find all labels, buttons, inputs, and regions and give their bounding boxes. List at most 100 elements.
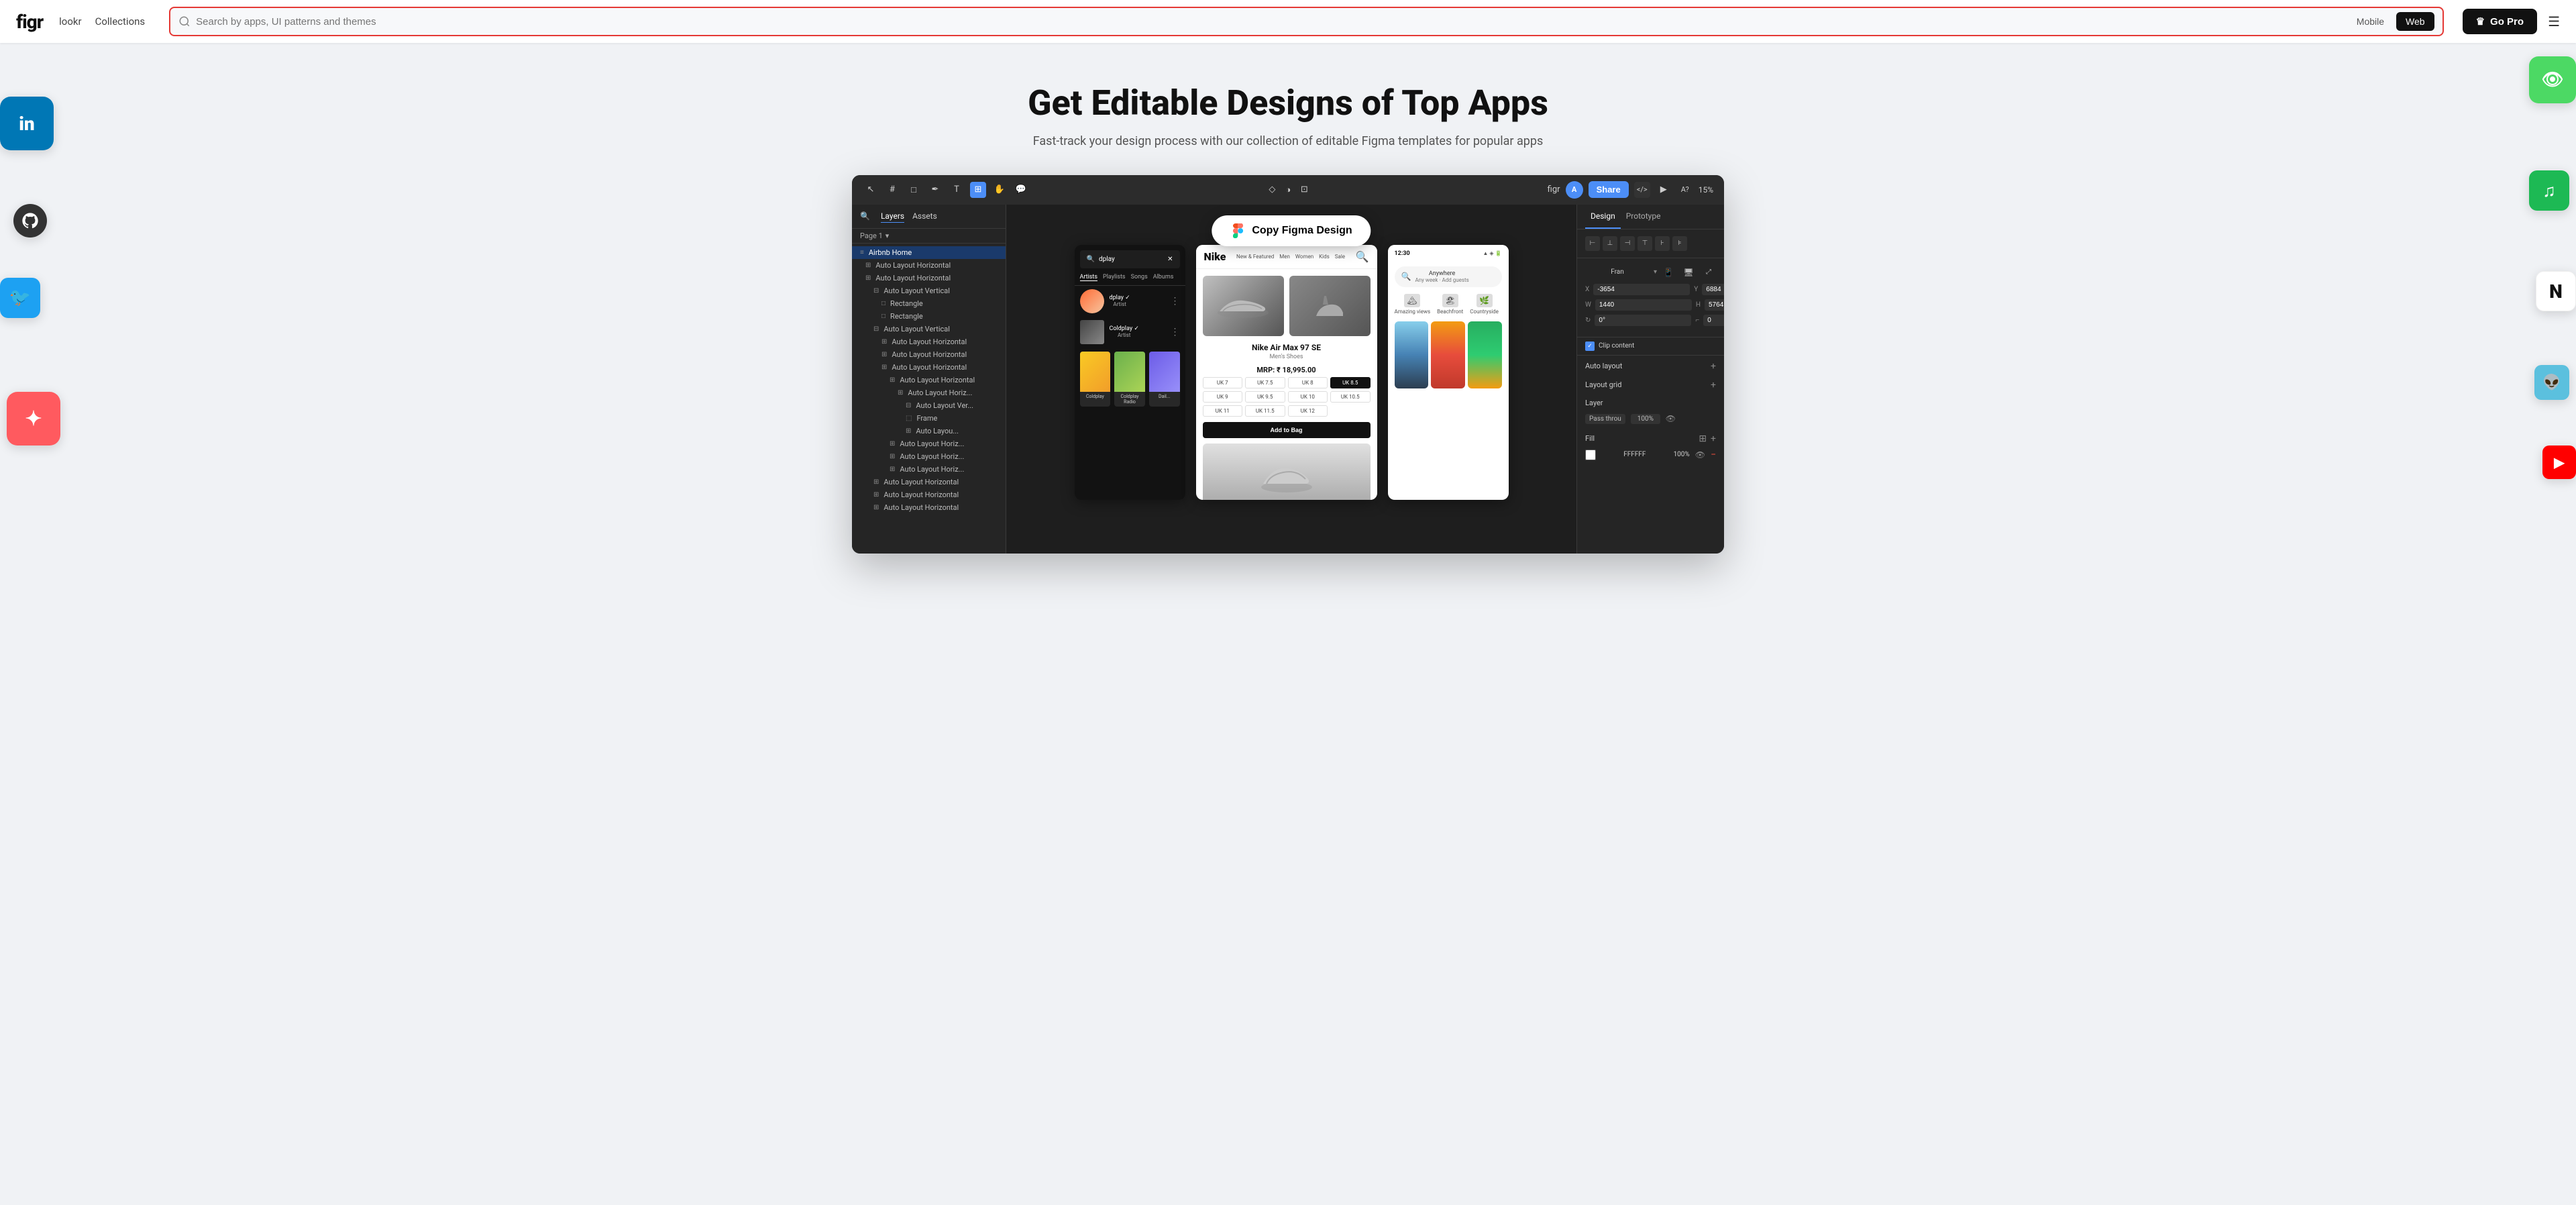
- airbnb-cat-countryside[interactable]: 🌿 Countryside: [1470, 294, 1499, 315]
- figma-page-selector[interactable]: Page 1 ▾: [852, 229, 1006, 244]
- figma-layers-tab[interactable]: Layers: [881, 210, 904, 223]
- fill-remove-icon[interactable]: −: [1711, 450, 1716, 460]
- figma-tool-comment[interactable]: 💬: [1013, 182, 1029, 198]
- layer-item[interactable]: ⊞Auto Layout Horizontal: [852, 335, 1006, 348]
- figma-tool-rect[interactable]: □: [906, 182, 922, 198]
- nike-size-uk11[interactable]: UK 11: [1203, 405, 1243, 417]
- nike-size-uk10[interactable]: UK 10: [1288, 391, 1328, 403]
- nike-size-uk115[interactable]: UK 11.5: [1245, 405, 1285, 417]
- nike-size-uk85[interactable]: UK 8.5: [1330, 377, 1371, 388]
- figma-play-btn[interactable]: ▶: [1656, 182, 1672, 198]
- figma-tool-text[interactable]: T: [949, 182, 965, 198]
- layer-item[interactable]: ⊞Auto Layout Horizontal: [852, 361, 1006, 374]
- layer-opacity[interactable]: 100%: [1631, 414, 1660, 424]
- figma-assets-tab[interactable]: Assets: [912, 210, 937, 222]
- nike-size-uk75[interactable]: UK 7.5: [1245, 377, 1285, 388]
- phone-icon[interactable]: 📱: [1661, 265, 1676, 280]
- layer-item[interactable]: ⊞Auto Layout Horizontal: [852, 348, 1006, 361]
- fill-color-swatch[interactable]: [1585, 450, 1596, 460]
- figma-tool-fill[interactable]: ◇: [1264, 182, 1280, 198]
- figma-tool-pen[interactable]: ✒: [927, 182, 943, 198]
- layer-item[interactable]: □Rectangle: [852, 310, 1006, 323]
- layer-visibility-icon[interactable]: 👁: [1666, 414, 1676, 423]
- figma-prototype-tab[interactable]: Prototype: [1621, 205, 1666, 229]
- figma-design-tab[interactable]: Design: [1585, 205, 1621, 229]
- layer-item[interactable]: ⊞Auto Layout Horizontal: [852, 488, 1006, 501]
- layer-item[interactable]: ⊞Auto Layout Horizontal: [852, 374, 1006, 386]
- figma-code-view[interactable]: </>: [1634, 182, 1650, 198]
- align-center-h-icon[interactable]: ⊥: [1603, 236, 1617, 251]
- go-pro-button[interactable]: ♛ Go Pro: [2463, 9, 2537, 34]
- expand-frame-icon[interactable]: ⤢: [1701, 265, 1716, 280]
- align-bottom-icon[interactable]: ⊧: [1672, 236, 1687, 251]
- layer-item[interactable]: ⊞Auto Layou...: [852, 425, 1006, 437]
- layer-item[interactable]: ⊟Auto Layout Vertical: [852, 284, 1006, 297]
- airbnb-cat-beachfront[interactable]: 🏖 Beachfront: [1437, 294, 1463, 315]
- fill-grid-icon[interactable]: ⊞: [1699, 433, 1707, 444]
- nike-size-uk105[interactable]: UK 10.5: [1330, 391, 1371, 403]
- rotation-input[interactable]: [1595, 315, 1691, 326]
- layer-item[interactable]: ⊞Auto Layout Horiz...: [852, 450, 1006, 463]
- figma-tool-contrast[interactable]: ◑: [1280, 182, 1296, 198]
- layer-item[interactable]: ⊞Auto Layout Horiz...: [852, 386, 1006, 399]
- figma-share-button[interactable]: Share: [1589, 181, 1629, 198]
- nike-search-icon[interactable]: 🔍: [1356, 250, 1369, 263]
- figma-tool-cursor[interactable]: ↖: [863, 182, 879, 198]
- figma-tool-frame[interactable]: #: [884, 182, 900, 198]
- figma-accessibility[interactable]: A?: [1677, 182, 1693, 198]
- y-input[interactable]: [1702, 284, 1724, 295]
- spotify-options-icon-2[interactable]: ⋮: [1171, 327, 1180, 337]
- layer-item[interactable]: ⊞Auto Layout Horizontal: [852, 476, 1006, 488]
- spotify-tab-playlists[interactable]: Playlists: [1103, 274, 1126, 281]
- toggle-web-btn[interactable]: Web: [2396, 12, 2434, 31]
- layer-item[interactable]: ≡Airbnb Home: [852, 246, 1006, 259]
- layout-grid-add-icon[interactable]: +: [1711, 380, 1716, 390]
- search-input[interactable]: [196, 16, 2347, 28]
- corner-input[interactable]: [1703, 315, 1724, 326]
- nike-size-uk12[interactable]: UK 12: [1288, 405, 1328, 417]
- desktop-icon[interactable]: 🖥: [1681, 265, 1696, 280]
- layer-item[interactable]: ⊟Auto Layout Vertical: [852, 323, 1006, 335]
- spotify-tab-songs[interactable]: Songs: [1131, 274, 1148, 281]
- hamburger-menu[interactable]: ☰: [2548, 13, 2560, 30]
- figma-tool-components[interactable]: ⊞: [970, 182, 986, 198]
- align-right-icon[interactable]: ⊣: [1620, 236, 1635, 251]
- h-input[interactable]: [1705, 299, 1724, 311]
- layer-item[interactable]: ⊞Auto Layout Horizontal: [852, 501, 1006, 514]
- align-left-icon[interactable]: ⊢: [1585, 236, 1600, 251]
- spotify-tab-artists[interactable]: Artists: [1080, 274, 1098, 281]
- layer-item[interactable]: ⊞Auto Layout Horizontal: [852, 259, 1006, 272]
- nike-size-uk9[interactable]: UK 9: [1203, 391, 1243, 403]
- nike-size-uk95[interactable]: UK 9.5: [1245, 391, 1285, 403]
- clip-content-checkbox[interactable]: ✓: [1585, 342, 1595, 351]
- toggle-mobile-btn[interactable]: Mobile: [2347, 12, 2394, 31]
- w-input[interactable]: [1595, 299, 1692, 311]
- spotify-options-icon-1[interactable]: ⋮: [1171, 296, 1180, 307]
- layer-item[interactable]: ⊟Auto Layout Ver...: [852, 399, 1006, 412]
- nike-size-uk7[interactable]: UK 7: [1203, 377, 1243, 388]
- airbnb-cat-amazing-views[interactable]: 🏔 Amazing views: [1395, 294, 1431, 315]
- spotify-tab-albums[interactable]: Albums: [1153, 274, 1174, 281]
- figma-canvas[interactable]: Copy Figma Design 🔍 dplay ✕ Artists Pla: [1006, 205, 1576, 554]
- nike-size-uk8[interactable]: UK 8: [1288, 377, 1328, 388]
- airbnb-search-bar[interactable]: 🔍 Anywhere Any week · Add guests: [1395, 266, 1502, 287]
- figma-tool-hand[interactable]: ✋: [991, 182, 1008, 198]
- fill-visibility-icon[interactable]: 👁: [1695, 450, 1705, 460]
- x-input[interactable]: [1593, 284, 1690, 295]
- nav-lookr[interactable]: lookr: [59, 15, 81, 28]
- nike-add-to-bag-button[interactable]: Add to Bag: [1203, 422, 1371, 438]
- align-top-icon[interactable]: ⊤: [1638, 236, 1652, 251]
- auto-layout-add-icon[interactable]: +: [1711, 361, 1716, 372]
- layer-item[interactable]: ⬚Frame: [852, 412, 1006, 425]
- layer-item[interactable]: ⊞Auto Layout Horiz...: [852, 463, 1006, 476]
- figma-sidebar-search-icon[interactable]: 🔍: [860, 211, 870, 221]
- copy-figma-design-button[interactable]: Copy Figma Design: [1212, 215, 1371, 246]
- nav-collections[interactable]: Collections: [95, 15, 146, 28]
- fill-add-icon[interactable]: +: [1711, 433, 1716, 444]
- layer-blend-mode[interactable]: Pass throu: [1585, 414, 1625, 424]
- layer-item[interactable]: □Rectangle: [852, 297, 1006, 310]
- brand-logo[interactable]: figr: [16, 11, 43, 33]
- layer-item[interactable]: ⊞Auto Layout Horizontal: [852, 272, 1006, 284]
- layer-item[interactable]: ⊞Auto Layout Horiz...: [852, 437, 1006, 450]
- figma-tool-arrange[interactable]: ⊡: [1296, 182, 1312, 198]
